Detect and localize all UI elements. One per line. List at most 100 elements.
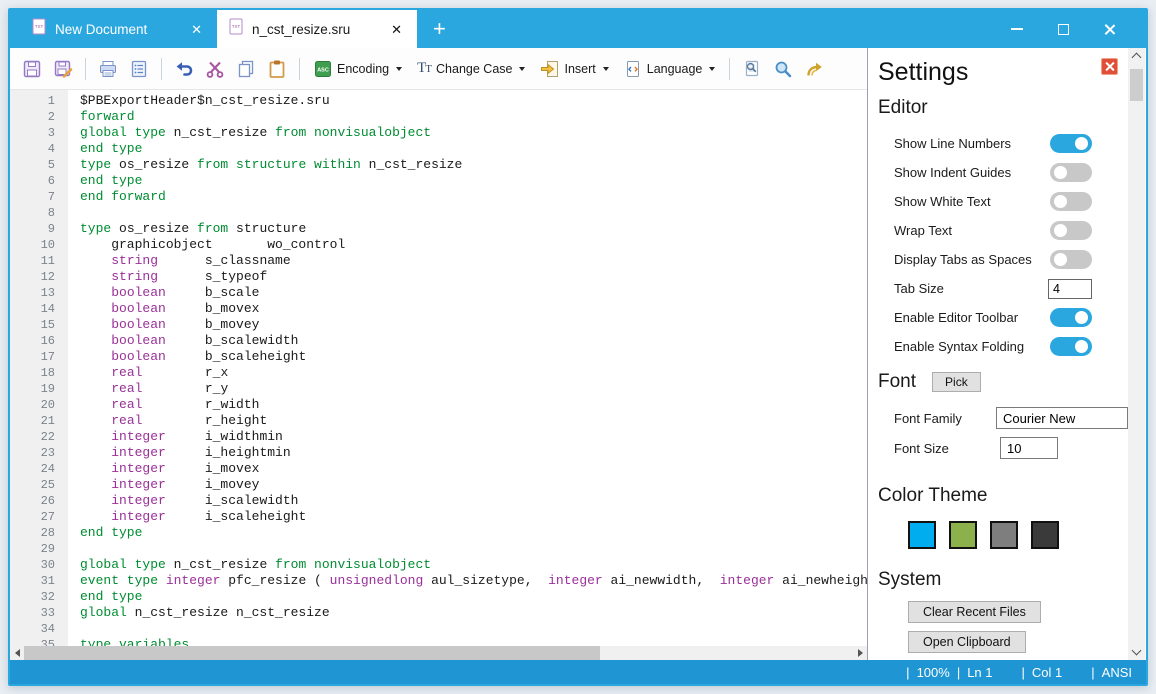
- pick-font-button[interactable]: Pick: [932, 372, 981, 392]
- code-line[interactable]: [80, 621, 867, 637]
- settings-label-wrap-text: Wrap Text: [894, 223, 1050, 238]
- code-line[interactable]: $PBExportHeader$n_cst_resize.sru: [80, 93, 867, 109]
- code-line[interactable]: integer i_scaleheight: [80, 509, 867, 525]
- code-line[interactable]: real r_height: [80, 413, 867, 429]
- color-theme-heading: Color Theme: [878, 485, 1128, 507]
- scroll-left-button[interactable]: [10, 646, 24, 660]
- jump-button[interactable]: [802, 57, 826, 81]
- toggle-wrap-text[interactable]: [1050, 221, 1092, 240]
- scroll-right-button[interactable]: [853, 646, 867, 660]
- code-line[interactable]: integer i_scalewidth: [80, 493, 867, 509]
- color-swatch-gray[interactable]: [990, 521, 1018, 549]
- tab-new-document[interactable]: TXT New Document ✕: [20, 10, 217, 48]
- code-line[interactable]: end forward: [80, 189, 867, 205]
- code-line[interactable]: forward: [80, 109, 867, 125]
- undo-button[interactable]: [172, 57, 196, 81]
- code-line[interactable]: integer i_movex: [80, 461, 867, 477]
- toggle-enable-syntax-folding[interactable]: [1050, 337, 1092, 356]
- jump-arrow-icon: [804, 59, 824, 79]
- code-line[interactable]: [80, 541, 867, 557]
- print-button[interactable]: [96, 57, 120, 81]
- code-line[interactable]: boolean b_scaleheight: [80, 349, 867, 365]
- open-clipboard-button[interactable]: Open Clipboard: [908, 631, 1026, 653]
- font-size-input[interactable]: [1000, 437, 1058, 459]
- tab-n-cst-resize[interactable]: TXT n_cst_resize.sru ✕: [217, 10, 417, 48]
- find-button[interactable]: [771, 57, 795, 81]
- code-line[interactable]: global type n_cst_resize from nonvisualo…: [80, 557, 867, 573]
- zoom-level: 100%: [917, 665, 950, 680]
- code-line[interactable]: integer i_widthmin: [80, 429, 867, 445]
- color-swatch-green[interactable]: [949, 521, 977, 549]
- code-line[interactable]: real r_width: [80, 397, 867, 413]
- code-line[interactable]: end type: [80, 589, 867, 605]
- close-icon: [1103, 23, 1116, 36]
- insert-dropdown[interactable]: Insert: [536, 58, 612, 80]
- app-window: TXT New Document ✕ TXT n_cst_resize.sru …: [8, 8, 1148, 686]
- scroll-down-icon[interactable]: [1132, 646, 1142, 656]
- code-area[interactable]: $PBExportHeader$n_cst_resize.sruforwardg…: [68, 90, 867, 646]
- close-window-button[interactable]: [1086, 10, 1132, 48]
- code-line[interactable]: end type: [80, 525, 867, 541]
- maximize-button[interactable]: [1040, 10, 1086, 48]
- code-line[interactable]: type os_resize from structure: [80, 221, 867, 237]
- code-line[interactable]: end type: [80, 141, 867, 157]
- code-line[interactable]: graphicobject wo_control: [80, 237, 867, 253]
- code-line[interactable]: integer i_movey: [80, 477, 867, 493]
- settings-scrollbar[interactable]: [1128, 48, 1145, 660]
- chevron-down-icon: [603, 67, 609, 71]
- minimize-button[interactable]: [994, 10, 1040, 48]
- font-family-input[interactable]: [996, 407, 1128, 429]
- code-line[interactable]: boolean b_scale: [80, 285, 867, 301]
- code-line[interactable]: boolean b_movex: [80, 301, 867, 317]
- code-line[interactable]: type os_resize from structure within n_c…: [80, 157, 867, 173]
- toggle-display-tabs-as-spaces[interactable]: [1050, 250, 1092, 269]
- code-line[interactable]: real r_y: [80, 381, 867, 397]
- horizontal-scrollbar-thumb[interactable]: [24, 646, 600, 660]
- horizontal-scrollbar-track[interactable]: [600, 646, 853, 660]
- code-line[interactable]: boolean b_scalewidth: [80, 333, 867, 349]
- document-icon: TXT: [32, 18, 47, 40]
- code-line[interactable]: integer i_heightmin: [80, 445, 867, 461]
- code-line[interactable]: [80, 205, 867, 221]
- encoding-dropdown[interactable]: ASC Encoding: [310, 58, 406, 80]
- color-swatch-blue[interactable]: [908, 521, 936, 549]
- new-tab-button[interactable]: +: [417, 10, 462, 48]
- svg-text:ASC: ASC: [317, 67, 329, 73]
- toggle-show-indent-guides[interactable]: [1050, 163, 1092, 182]
- code-line[interactable]: real r_x: [80, 365, 867, 381]
- cut-button[interactable]: [203, 57, 227, 81]
- toggle-show-white-text[interactable]: [1050, 192, 1092, 211]
- code-line[interactable]: end type: [80, 173, 867, 189]
- settings-scrollbar-thumb[interactable]: [1130, 69, 1143, 101]
- save-as-button[interactable]: [51, 57, 75, 81]
- line-number: 21: [10, 413, 55, 429]
- print-preview-button[interactable]: [127, 57, 151, 81]
- toggle-enable-editor-toolbar[interactable]: [1050, 308, 1092, 327]
- validate-button[interactable]: [740, 57, 764, 81]
- close-tab-icon[interactable]: ✕: [388, 21, 405, 38]
- code-line[interactable]: event type integer pfc_resize ( unsigned…: [80, 573, 867, 589]
- save-button[interactable]: [20, 57, 44, 81]
- change-case-dropdown[interactable]: TT Change Case: [413, 58, 529, 79]
- code-line[interactable]: global n_cst_resize n_cst_resize: [80, 605, 867, 621]
- line-number: 8: [10, 205, 55, 221]
- copy-button[interactable]: [234, 57, 258, 81]
- settings-close-button[interactable]: [1101, 58, 1118, 75]
- code-line[interactable]: global type n_cst_resize from nonvisualo…: [80, 125, 867, 141]
- color-swatch-dark-gray[interactable]: [1031, 521, 1059, 549]
- code-line[interactable]: string s_classname: [80, 253, 867, 269]
- language-dropdown[interactable]: Language: [620, 58, 720, 80]
- tab-size-input[interactable]: [1048, 279, 1092, 299]
- clear-recent-files-button[interactable]: Clear Recent Files: [908, 601, 1041, 623]
- paste-button[interactable]: [265, 57, 289, 81]
- toggle-show-line-numbers[interactable]: [1050, 134, 1092, 153]
- insert-label: Insert: [564, 62, 595, 76]
- code-line[interactable]: string s_typeof: [80, 269, 867, 285]
- line-number: 28: [10, 525, 55, 541]
- code-editor[interactable]: 1234567891011121314151617181920212223242…: [10, 90, 867, 646]
- close-tab-icon[interactable]: ✕: [188, 21, 205, 38]
- code-line[interactable]: boolean b_movey: [80, 317, 867, 333]
- scroll-up-icon[interactable]: [1132, 53, 1142, 63]
- code-line[interactable]: type variables: [80, 637, 867, 646]
- horizontal-scrollbar[interactable]: [10, 646, 867, 660]
